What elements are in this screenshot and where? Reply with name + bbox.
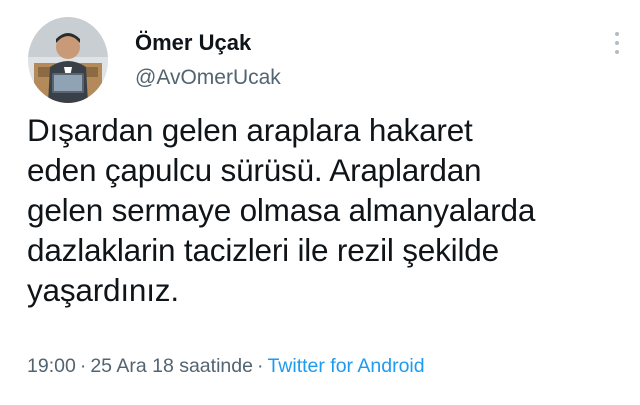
avatar[interactable] bbox=[28, 17, 108, 103]
tweet-text-line: yaşardınız. bbox=[27, 272, 179, 308]
tweet-card: Ömer Uçak @AvOmerUcak Dışardan gelen ara… bbox=[0, 0, 640, 405]
tweet-text-line: Dışardan gelen araplara hakaret bbox=[27, 112, 473, 148]
tweet-source-link[interactable]: Twitter for Android bbox=[267, 355, 424, 377]
tweet-text-line: eden çapulcu sürüsü. Araplardan bbox=[27, 152, 482, 188]
meta-separator: · bbox=[79, 355, 87, 377]
tweet-date[interactable]: 25 Ara 18 saatinde bbox=[90, 355, 253, 377]
meta-separator: · bbox=[256, 355, 264, 377]
tweet-text-line: gelen sermaye olmasa almanyalarda bbox=[27, 192, 536, 228]
tweet-text: Dışardan gelen araplara hakaret eden çap… bbox=[27, 110, 627, 310]
author-handle[interactable]: @AvOmerUcak bbox=[135, 66, 281, 90]
more-vertical-icon[interactable] bbox=[610, 28, 624, 58]
profile-photo-avatar-icon bbox=[28, 17, 108, 103]
tweet-text-line: dazlaklarin tacizleri ile rezil şekilde bbox=[27, 232, 499, 268]
author-display-name[interactable]: Ömer Uçak bbox=[135, 30, 251, 56]
tweet-meta: 19:00 · 25 Ara 18 saatinde · Twitter for And… bbox=[27, 355, 425, 378]
tweet-time[interactable]: 19:00 bbox=[27, 355, 76, 377]
